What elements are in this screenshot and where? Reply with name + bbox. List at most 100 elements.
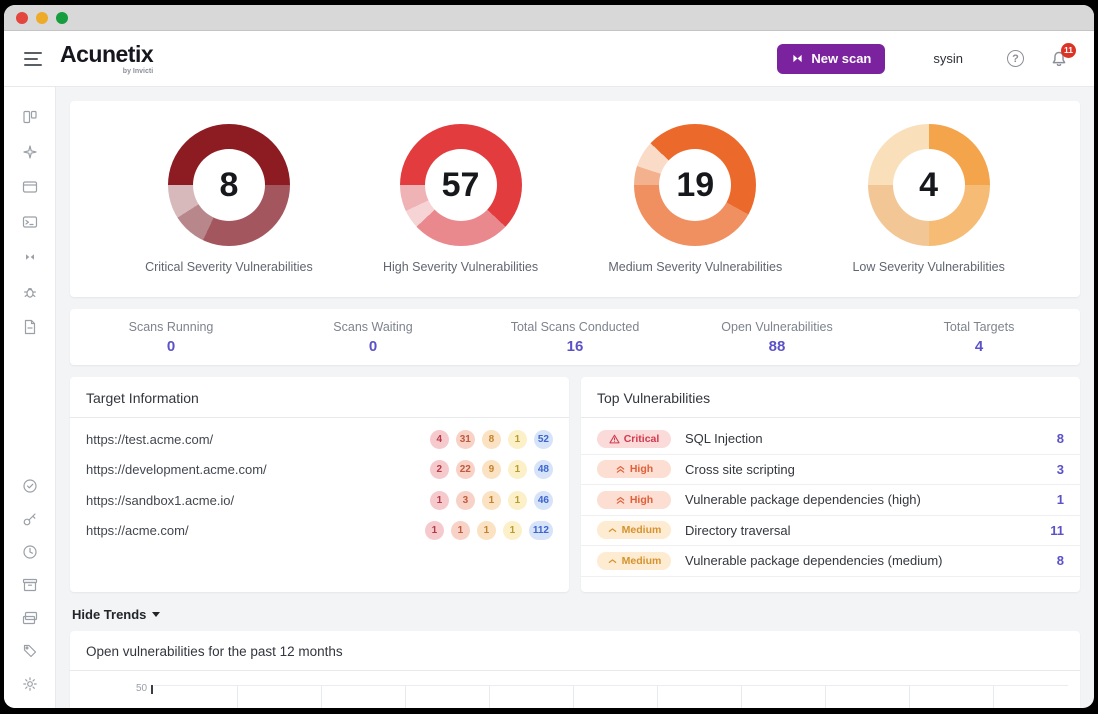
sidebar-item-compliance[interactable] <box>18 474 42 498</box>
sidebar-item-scans[interactable] <box>18 210 42 234</box>
logo-subtext: by Invicti <box>122 67 154 75</box>
low-count: 4 <box>919 165 939 204</box>
sidebar-item-activity[interactable] <box>18 540 42 564</box>
sidebar-item-api[interactable] <box>18 507 42 531</box>
target-information-panel: Target Information https://test.acme.com… <box>70 377 569 592</box>
scan-stats-card: Scans Running 0 Scans Waiting 0 Total Sc… <box>70 309 1080 365</box>
vulnerability-count-link[interactable]: 8 <box>1057 553 1064 568</box>
app-window: Acunetix by Invicti New scan sysin ? 11 <box>4 5 1094 708</box>
terminal-icon <box>22 216 37 228</box>
table-row: https://acme.com/ 1 1 1 1 112 <box>70 516 569 547</box>
panel-title: Top Vulnerabilities <box>581 377 1080 418</box>
critical-count-badge: 1 <box>429 490 449 510</box>
info-count-badge: 46 <box>533 490 553 510</box>
sidebar-item-archive[interactable] <box>18 573 42 597</box>
list-item: High Cross site scripting 3 <box>581 455 1080 485</box>
menu-toggle-icon[interactable] <box>24 51 44 66</box>
zoom-window-button[interactable] <box>56 11 68 24</box>
y-axis-tick-mark <box>151 685 153 694</box>
list-item: Critical SQL Injection 8 <box>581 424 1080 455</box>
trends-chart-card: Open vulnerabilities for the past 12 mon… <box>70 631 1080 708</box>
stat-open-vulnerabilities: Open Vulnerabilities 88 <box>721 319 833 355</box>
low-donut-chart: 4 <box>867 124 990 246</box>
vulnerability-count-link[interactable]: 1 <box>1057 492 1064 507</box>
medium-count-badge: 9 <box>481 460 501 480</box>
sidebar-item-reports[interactable] <box>18 315 42 339</box>
sidebar-item-settings[interactable] <box>18 672 42 696</box>
donut-medium: 19 Medium Severity Vulnerabilities <box>608 124 782 274</box>
severity-badge: High <box>597 490 671 509</box>
medium-count-badge: 1 <box>481 490 501 510</box>
target-url-link[interactable]: https://test.acme.com/ <box>86 432 430 447</box>
low-count-badge: 1 <box>507 429 527 449</box>
medium-label: Medium Severity Vulnerabilities <box>608 260 783 274</box>
clock-icon <box>22 545 37 559</box>
new-scan-label: New scan <box>811 51 872 66</box>
info-count-badge: 112 <box>528 521 553 541</box>
archive-icon <box>22 578 37 592</box>
sidebar-item-targets[interactable] <box>18 175 42 199</box>
cards-icon <box>22 611 37 625</box>
low-count-badge: 1 <box>507 460 527 480</box>
help-icon[interactable]: ? <box>1007 50 1024 67</box>
sidebar <box>4 87 56 708</box>
stat-total-targets: Total Targets 4 <box>943 319 1015 355</box>
double-chevron-up-icon <box>616 466 625 474</box>
medium-count-badge: 8 <box>481 429 501 449</box>
chevron-up-icon <box>608 559 616 563</box>
browser-icon <box>22 181 37 193</box>
critical-donut-chart: 8 <box>167 124 290 246</box>
vulnerability-count-link[interactable]: 3 <box>1057 462 1064 477</box>
trends-chart: 50 <box>70 671 1080 708</box>
sidebar-item-subscriptions[interactable] <box>18 606 42 630</box>
main-content: 8 Critical Severity Vulnerabilities 57 H… <box>56 87 1094 708</box>
sidebar-item-vulnerabilities[interactable] <box>18 280 42 304</box>
table-row: https://development.acme.com/ 2 22 9 1 4… <box>70 455 569 486</box>
vulnerability-count-link[interactable]: 11 <box>1050 523 1064 538</box>
close-window-button[interactable] <box>16 11 28 24</box>
sidebar-item-scan-profiles[interactable] <box>18 245 42 269</box>
y-axis-tick-label: 50 <box>136 683 148 694</box>
sidebar-item-issue-trackers[interactable] <box>18 639 42 663</box>
notifications-button[interactable]: 11 <box>1050 42 1076 68</box>
app-header: Acunetix by Invicti New scan sysin ? 11 <box>4 31 1094 87</box>
sidebar-item-dashboard[interactable] <box>18 105 42 129</box>
low-label: Low Severity Vulnerabilities <box>852 260 1005 274</box>
document-icon <box>24 319 35 335</box>
critical-label: Critical Severity Vulnerabilities <box>145 260 313 274</box>
chart-title: Open vulnerabilities for the past 12 mon… <box>70 631 1080 671</box>
list-item: Medium Directory traversal 11 <box>581 516 1080 546</box>
critical-count-badge: 4 <box>429 429 449 449</box>
vulnerability-count-link[interactable]: 8 <box>1057 431 1064 446</box>
target-url-link[interactable]: https://sandbox1.acme.io/ <box>86 493 430 508</box>
chart-plot-area <box>153 685 1068 708</box>
high-count: 57 <box>441 165 480 204</box>
key-icon <box>23 513 36 526</box>
vulnerability-name: Directory traversal <box>685 522 791 538</box>
list-item: Medium Vulnerable package dependencies (… <box>581 546 1080 577</box>
medium-donut-chart: 19 <box>634 124 757 246</box>
user-menu[interactable]: sysin <box>933 51 963 66</box>
vulnerability-name: Vulnerable package dependencies (medium) <box>685 553 943 569</box>
bug-icon <box>23 288 36 298</box>
sidebar-item-discovery[interactable] <box>18 140 42 164</box>
info-count-badge: 52 <box>533 429 553 449</box>
severity-badge: Medium <box>597 521 671 540</box>
target-url-link[interactable]: https://acme.com/ <box>86 523 425 538</box>
new-scan-button[interactable]: New scan <box>777 43 886 74</box>
minimize-window-button[interactable] <box>36 11 48 24</box>
high-label: High Severity Vulnerabilities <box>382 260 539 274</box>
high-count-badge: 3 <box>455 490 475 510</box>
hide-trends-toggle[interactable]: Hide Trends <box>72 607 161 622</box>
stat-scans-waiting: Scans Waiting 0 <box>333 319 413 355</box>
medium-count: 19 <box>676 165 715 204</box>
top-vulnerabilities-panel: Top Vulnerabilities Critical SQL Injecti… <box>581 377 1080 592</box>
chevron-up-icon <box>608 528 616 533</box>
chevron-down-icon <box>152 612 161 617</box>
stat-scans-running: Scans Running 0 <box>128 319 214 355</box>
double-chevron-up-icon <box>616 496 625 504</box>
high-donut-chart: 57 <box>399 124 522 246</box>
medium-count-badge: 1 <box>476 521 496 541</box>
low-count-badge: 1 <box>507 490 527 510</box>
target-url-link[interactable]: https://development.acme.com/ <box>86 462 430 477</box>
